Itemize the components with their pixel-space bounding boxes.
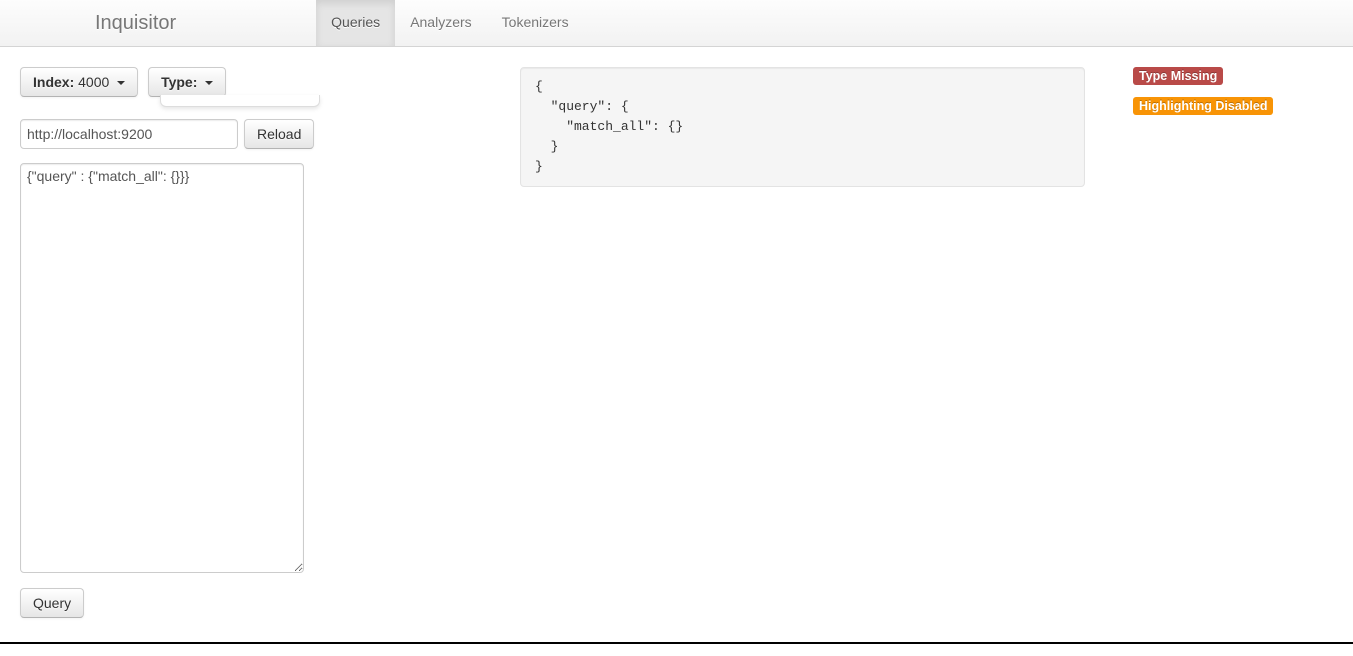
type-dropdown[interactable]: Type: <box>148 67 226 97</box>
navbar: Inquisitor Queries Analyzers Tokenizers <box>0 0 1353 47</box>
index-value: 4000 <box>74 74 113 90</box>
index-label: Index: <box>33 74 74 90</box>
main-container: Index: 4000 Type: Reload Query { "query"… <box>0 47 1353 638</box>
caret-down-icon <box>205 81 213 85</box>
query-textarea[interactable] <box>20 163 304 573</box>
index-dropdown[interactable]: Index: 4000 <box>20 67 138 97</box>
caret-down-icon <box>117 81 125 85</box>
type-label: Type: <box>161 74 197 90</box>
badge-highlighting-disabled: Highlighting Disabled <box>1133 97 1273 115</box>
tab-queries[interactable]: Queries <box>316 0 395 46</box>
badge-type-missing: Type Missing <box>1133 67 1223 85</box>
middle-panel: { "query": { "match_all": {} } } <box>340 67 1113 187</box>
query-button-row: Query <box>20 588 320 618</box>
query-button[interactable]: Query <box>20 588 84 618</box>
left-panel: Index: 4000 Type: Reload Query <box>20 67 320 618</box>
tab-tokenizers[interactable]: Tokenizers <box>487 0 584 46</box>
brand[interactable]: Inquisitor <box>20 0 196 46</box>
reload-button[interactable]: Reload <box>244 119 314 149</box>
right-panel: Type Missing Highlighting Disabled <box>1133 67 1333 127</box>
nav-tabs: Queries Analyzers Tokenizers <box>316 0 583 46</box>
tab-analyzers[interactable]: Analyzers <box>395 0 486 46</box>
host-input[interactable] <box>20 119 238 149</box>
host-row: Reload <box>20 119 320 149</box>
dropdown-row: Index: 4000 Type: <box>20 67 320 97</box>
dropdown-menu-edge <box>160 95 320 107</box>
type-value <box>197 74 201 90</box>
query-output: { "query": { "match_all": {} } } <box>520 67 1085 187</box>
bottom-border <box>0 642 1353 644</box>
